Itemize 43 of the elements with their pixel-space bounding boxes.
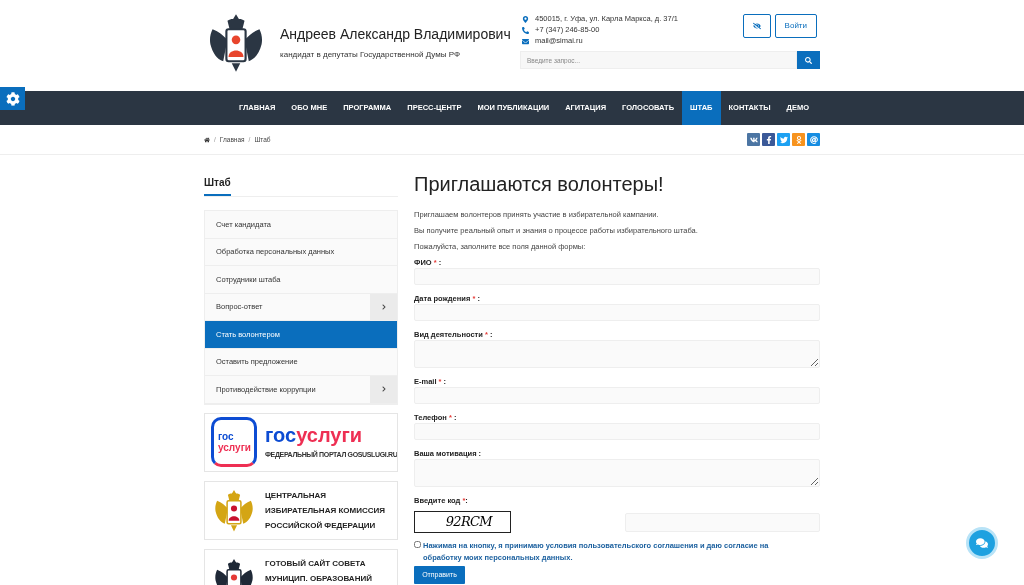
banner-text: ГОТОВЫЙ САЙТ СОВЕТА (265, 557, 367, 570)
sidebar-title: Штаб (204, 177, 231, 196)
logo-text: услуги (218, 442, 250, 453)
banner-text: РОССИЙСКОЙ ФЕДЕРАЦИИ (265, 519, 377, 532)
captcha-image: 92RCM (414, 511, 511, 533)
submenu-toggle[interactable] (370, 376, 397, 403)
banner-text: ЦЕНТРАЛЬНАЯ (265, 489, 328, 502)
page-title: Приглашаются волонтеры! (414, 172, 665, 196)
map-pin-icon (522, 15, 529, 23)
candidate-name: Андреев Александр Владимирович (280, 24, 511, 44)
chat-button[interactable] (966, 527, 998, 559)
chevron-right-icon (380, 386, 387, 393)
share-button[interactable] (762, 133, 775, 146)
home-icon[interactable] (204, 136, 210, 143)
banner-card[interactable]: ГОТОВЫЙ САЙТ СОВЕТА МУНИЦИП. ОБРАЗОВАНИЙ (204, 548, 398, 585)
search-button[interactable] (797, 51, 820, 69)
logo-text: гос (218, 431, 235, 442)
consent-checkbox[interactable] (414, 541, 421, 548)
banner-text: МУНИЦИП. ОБРАЗОВАНИЙ (265, 572, 372, 585)
search-icon (805, 56, 812, 64)
banner-text: ИЗБИРАТЕЛЬНАЯ КОМИССИЯ (265, 504, 385, 517)
bird-icon (779, 135, 788, 144)
login-button[interactable]: Войти (774, 14, 817, 38)
envelope-icon (522, 37, 529, 45)
eye-slash-icon (752, 22, 761, 30)
brand-text: услуги (296, 423, 363, 446)
share-button[interactable] (807, 133, 820, 146)
f-letter-icon (764, 135, 773, 144)
figure-icon (794, 135, 803, 144)
share-button[interactable] (777, 133, 790, 146)
candidate-subtitle: кандидат в депутаты Государственной Думы РФ (280, 48, 461, 61)
banner-card[interactable]: ЦЕНТРАЛЬНАЯ ИЗБИРАТЕЛЬНАЯ КОМИССИЯ РОССИЙСКОЙ ФЕДЕРАЦИИ (204, 480, 398, 540)
brand-text: гос (265, 423, 297, 446)
share-button[interactable] (747, 133, 760, 146)
chat-bubbles-icon (976, 537, 988, 549)
vk-letters-icon (749, 135, 758, 144)
phone-icon (522, 26, 529, 34)
settings-button[interactable] (0, 87, 25, 110)
at-sign-icon (809, 135, 818, 144)
settings-icon (5, 91, 20, 106)
submenu-toggle[interactable] (370, 293, 397, 320)
chevron-right-icon (380, 303, 387, 310)
accessibility-button[interactable] (742, 14, 771, 38)
